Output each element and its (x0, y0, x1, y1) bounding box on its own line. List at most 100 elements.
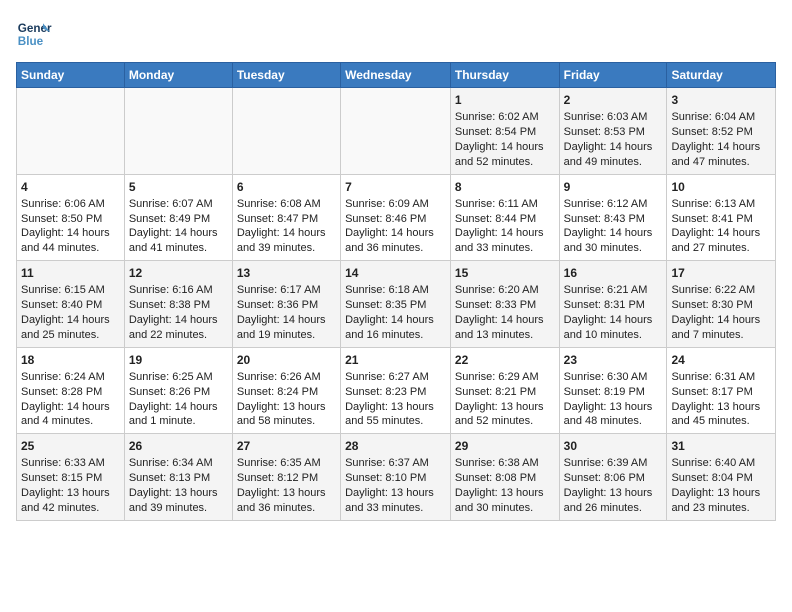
sunset-label: Sunset: 8:04 PM (671, 472, 752, 484)
day-number: 9 (564, 179, 663, 195)
day-number: 13 (237, 265, 336, 281)
sunrise-label: Sunrise: 6:07 AM (129, 198, 213, 210)
calendar-cell: 14Sunrise: 6:18 AMSunset: 8:35 PMDayligh… (341, 261, 451, 348)
day-of-week-header: Sunday (17, 63, 125, 88)
sunrise-label: Sunrise: 6:16 AM (129, 284, 213, 296)
sunrise-label: Sunrise: 6:24 AM (21, 371, 105, 383)
calendar-cell: 4Sunrise: 6:06 AMSunset: 8:50 PMDaylight… (17, 174, 125, 261)
daylight-label: Daylight: 13 hours and 58 minutes. (237, 401, 326, 428)
calendar-cell (232, 88, 340, 175)
calendar-cell (341, 88, 451, 175)
sunrise-label: Sunrise: 6:30 AM (564, 371, 648, 383)
calendar-cell: 8Sunrise: 6:11 AMSunset: 8:44 PMDaylight… (450, 174, 559, 261)
calendar-cell: 6Sunrise: 6:08 AMSunset: 8:47 PMDaylight… (232, 174, 340, 261)
sunrise-label: Sunrise: 6:12 AM (564, 198, 648, 210)
sunset-label: Sunset: 8:17 PM (671, 386, 752, 398)
sunset-label: Sunset: 8:06 PM (564, 472, 645, 484)
sunset-label: Sunset: 8:23 PM (345, 386, 426, 398)
daylight-label: Daylight: 14 hours and 25 minutes. (21, 314, 110, 341)
daylight-label: Daylight: 14 hours and 19 minutes. (237, 314, 326, 341)
calendar-cell: 12Sunrise: 6:16 AMSunset: 8:38 PMDayligh… (124, 261, 232, 348)
daylight-label: Daylight: 14 hours and 27 minutes. (671, 227, 760, 254)
calendar-cell: 24Sunrise: 6:31 AMSunset: 8:17 PMDayligh… (667, 347, 776, 434)
calendar-cell: 13Sunrise: 6:17 AMSunset: 8:36 PMDayligh… (232, 261, 340, 348)
day-of-week-header: Saturday (667, 63, 776, 88)
daylight-label: Daylight: 13 hours and 33 minutes. (345, 487, 434, 514)
sunset-label: Sunset: 8:54 PM (455, 126, 536, 138)
daylight-label: Daylight: 14 hours and 22 minutes. (129, 314, 218, 341)
daylight-label: Daylight: 14 hours and 41 minutes. (129, 227, 218, 254)
day-number: 14 (345, 265, 446, 281)
sunrise-label: Sunrise: 6:25 AM (129, 371, 213, 383)
daylight-label: Daylight: 13 hours and 23 minutes. (671, 487, 760, 514)
day-number: 29 (455, 438, 555, 454)
daylight-label: Daylight: 14 hours and 44 minutes. (21, 227, 110, 254)
calendar-cell: 1Sunrise: 6:02 AMSunset: 8:54 PMDaylight… (450, 88, 559, 175)
day-number: 23 (564, 352, 663, 368)
sunrise-label: Sunrise: 6:17 AM (237, 284, 321, 296)
sunset-label: Sunset: 8:35 PM (345, 299, 426, 311)
calendar-cell: 30Sunrise: 6:39 AMSunset: 8:06 PMDayligh… (559, 434, 667, 521)
sunrise-label: Sunrise: 6:40 AM (671, 457, 755, 469)
daylight-label: Daylight: 13 hours and 45 minutes. (671, 401, 760, 428)
day-of-week-header: Friday (559, 63, 667, 88)
sunset-label: Sunset: 8:52 PM (671, 126, 752, 138)
day-number: 1 (455, 92, 555, 108)
daylight-label: Daylight: 13 hours and 48 minutes. (564, 401, 653, 428)
day-number: 22 (455, 352, 555, 368)
sunrise-label: Sunrise: 6:34 AM (129, 457, 213, 469)
calendar-cell: 18Sunrise: 6:24 AMSunset: 8:28 PMDayligh… (17, 347, 125, 434)
sunset-label: Sunset: 8:28 PM (21, 386, 102, 398)
day-number: 7 (345, 179, 446, 195)
day-number: 5 (129, 179, 228, 195)
sunset-label: Sunset: 8:08 PM (455, 472, 536, 484)
sunset-label: Sunset: 8:19 PM (564, 386, 645, 398)
daylight-label: Daylight: 13 hours and 42 minutes. (21, 487, 110, 514)
calendar-cell: 23 Sunrise: 6:30 AM Sunset: 8:19 PM Dayligh… (559, 347, 667, 434)
sunset-label: Sunset: 8:13 PM (129, 472, 210, 484)
sunrise-label: Sunrise: 6:38 AM (455, 457, 539, 469)
svg-text:Blue: Blue (18, 35, 44, 48)
calendar-cell: 28Sunrise: 6:37 AMSunset: 8:10 PMDayligh… (341, 434, 451, 521)
day-number: 15 (455, 265, 555, 281)
sunrise-label: Sunrise: 6:15 AM (21, 284, 105, 296)
sunset-label: Sunset: 8:53 PM (564, 126, 645, 138)
daylight-label: Daylight: 14 hours and 16 minutes. (345, 314, 434, 341)
day-number: 10 (671, 179, 771, 195)
day-number: 26 (129, 438, 228, 454)
page-header: General Blue (16, 16, 776, 52)
sunrise-label: Sunrise: 6:13 AM (671, 198, 755, 210)
sunrise-label: Sunrise: 6:27 AM (345, 371, 429, 383)
day-of-week-header: Tuesday (232, 63, 340, 88)
calendar-cell: 26Sunrise: 6:34 AMSunset: 8:13 PMDayligh… (124, 434, 232, 521)
daylight-label: Daylight: 14 hours and 39 minutes. (237, 227, 326, 254)
daylight-label: Daylight: 14 hours and 36 minutes. (345, 227, 434, 254)
sunrise-label: Sunrise: 6:31 AM (671, 371, 755, 383)
day-number: 11 (21, 265, 120, 281)
calendar-cell: 2Sunrise: 6:03 AMSunset: 8:53 PMDaylight… (559, 88, 667, 175)
calendar-cell: 15Sunrise: 6:20 AMSunset: 8:33 PMDayligh… (450, 261, 559, 348)
sunrise-label: Sunrise: 6:37 AM (345, 457, 429, 469)
calendar-cell: 10Sunrise: 6:13 AMSunset: 8:41 PMDayligh… (667, 174, 776, 261)
day-number: 18 (21, 352, 120, 368)
calendar-cell (17, 88, 125, 175)
sunset-label: Sunset: 8:24 PM (237, 386, 318, 398)
daylight-label: Daylight: 13 hours and 36 minutes. (237, 487, 326, 514)
day-number: 27 (237, 438, 336, 454)
sunrise-label: Sunrise: 6:33 AM (21, 457, 105, 469)
sunset-label: Sunset: 8:47 PM (237, 213, 318, 225)
day-number: 2 (564, 92, 663, 108)
daylight-label: Daylight: 14 hours and 52 minutes. (455, 141, 544, 168)
day-number: 8 (455, 179, 555, 195)
day-number: 3 (671, 92, 771, 108)
sunset-label: Sunset: 8:43 PM (564, 213, 645, 225)
sunset-label: Sunset: 8:12 PM (237, 472, 318, 484)
sunset-label: Sunset: 8:10 PM (345, 472, 426, 484)
daylight-label: Daylight: 13 hours and 55 minutes. (345, 401, 434, 428)
sunrise-label: Sunrise: 6:39 AM (564, 457, 648, 469)
calendar-cell: 9Sunrise: 6:12 AMSunset: 8:43 PMDaylight… (559, 174, 667, 261)
sunrise-label: Sunrise: 6:20 AM (455, 284, 539, 296)
day-of-week-header: Thursday (450, 63, 559, 88)
day-number: 17 (671, 265, 771, 281)
sunrise-label: Sunrise: 6:03 AM (564, 111, 648, 123)
